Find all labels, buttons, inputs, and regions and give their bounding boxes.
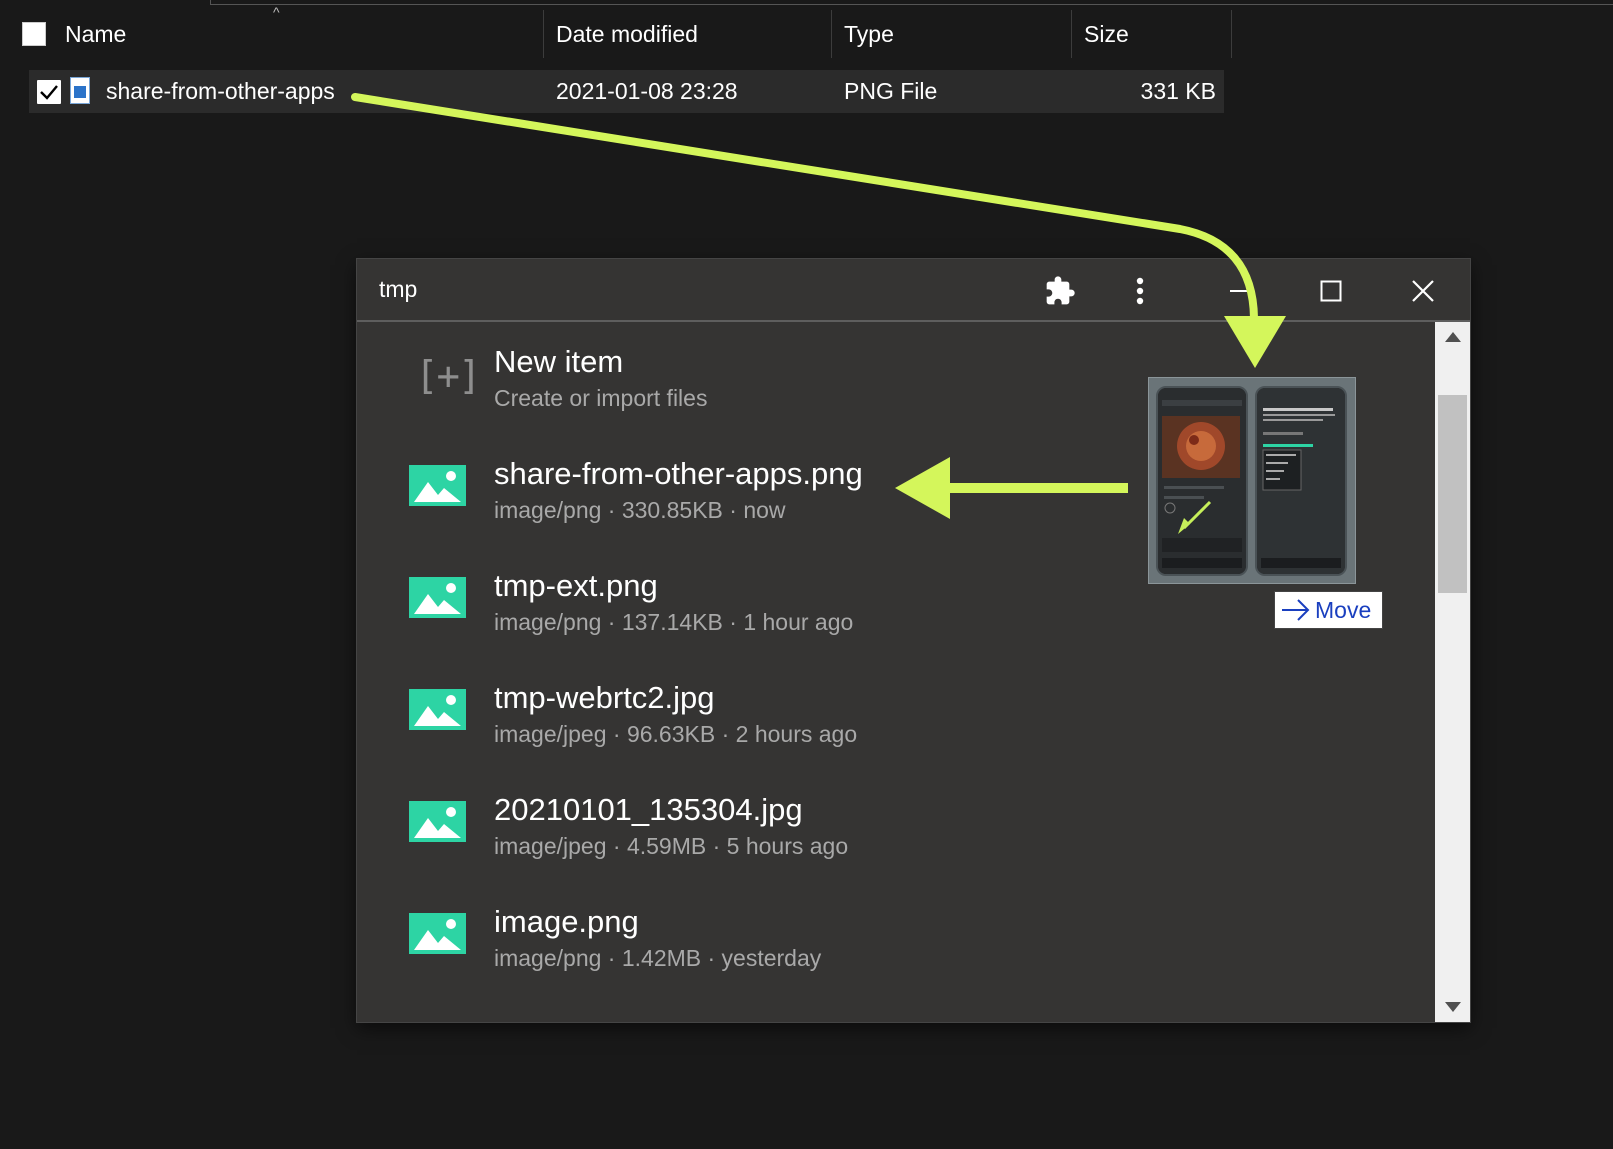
maximize-icon[interactable] bbox=[1311, 271, 1351, 311]
window-title: tmp bbox=[379, 276, 418, 302]
puzzle-icon[interactable] bbox=[1040, 271, 1080, 311]
list-item[interactable]: tmp-webrtc2.jpg image/jpeg · 96.63KB · 2… bbox=[357, 658, 1435, 770]
column-header-date-label: Date modified bbox=[556, 20, 698, 47]
scrollbar-thumb[interactable] bbox=[1438, 395, 1467, 593]
item-name: tmp-ext.png bbox=[494, 568, 658, 603]
image-icon bbox=[409, 913, 466, 954]
move-tooltip-label: Move bbox=[1315, 596, 1372, 623]
column-divider[interactable] bbox=[543, 10, 544, 58]
scroll-up-arrow-icon[interactable] bbox=[1435, 322, 1470, 352]
phone-screenshot-image bbox=[1156, 386, 1248, 576]
column-header-type-label: Type bbox=[844, 20, 894, 47]
item-meta: image/png · 1.42MB · yesterday bbox=[494, 945, 822, 971]
new-item-subtitle: Create or import files bbox=[494, 385, 708, 411]
item-name: 20210101_135304.jpg bbox=[494, 792, 803, 827]
column-header-date-modified[interactable]: Date modified bbox=[556, 10, 698, 58]
more-vert-icon[interactable] bbox=[1120, 271, 1160, 311]
vertical-scrollbar[interactable] bbox=[1435, 322, 1470, 1022]
column-header-type[interactable]: Type bbox=[844, 10, 894, 58]
item-meta: image/jpeg · 4.59MB · 5 hours ago bbox=[494, 833, 849, 859]
explorer-top-border bbox=[210, 0, 1613, 5]
file-type: PNG File bbox=[844, 78, 938, 104]
column-header-size[interactable]: Size bbox=[1084, 10, 1129, 58]
minimize-icon[interactable] bbox=[1220, 271, 1260, 311]
list-item[interactable]: 20210101_135304.jpg image/jpeg · 4.59MB … bbox=[357, 770, 1435, 882]
file-date-modified: 2021-01-08 23:28 bbox=[556, 78, 738, 104]
file-name: share-from-other-apps bbox=[106, 78, 335, 104]
image-icon bbox=[409, 801, 466, 842]
item-meta: image/png · 330.85KB · now bbox=[494, 497, 786, 523]
column-header-size-label: Size bbox=[1084, 20, 1129, 47]
tmp-window: tmp [+] New item Create or import files bbox=[357, 259, 1470, 1022]
explorer-file-row[interactable]: share-from-other-apps 2021-01-08 23:28 P… bbox=[29, 70, 1224, 113]
column-header-name-label: Name bbox=[65, 20, 127, 47]
column-divider[interactable] bbox=[1231, 10, 1232, 58]
close-icon[interactable] bbox=[1403, 271, 1443, 311]
scroll-down-arrow-icon[interactable] bbox=[1435, 992, 1470, 1022]
column-divider[interactable] bbox=[831, 10, 832, 58]
select-all-checkbox[interactable] bbox=[22, 22, 46, 46]
file-size: 331 KB bbox=[1140, 78, 1216, 104]
drag-preview-thumbnail bbox=[1148, 377, 1356, 584]
image-icon bbox=[409, 689, 466, 730]
checkmark-icon bbox=[40, 85, 58, 100]
image-icon bbox=[409, 577, 466, 618]
arrow-right-icon bbox=[1282, 599, 1310, 621]
item-name: image.png bbox=[494, 904, 639, 939]
phone-screenshot-image bbox=[1255, 386, 1347, 576]
image-icon bbox=[409, 465, 466, 506]
add-item-icon: [+] bbox=[415, 354, 481, 399]
column-divider[interactable] bbox=[1071, 10, 1072, 58]
list-item[interactable]: image.png image/png · 1.42MB · yesterday bbox=[357, 882, 1435, 994]
item-name: tmp-webrtc2.jpg bbox=[494, 680, 715, 715]
new-item-title: New item bbox=[494, 344, 624, 379]
window-titlebar[interactable]: tmp bbox=[357, 259, 1470, 322]
column-header-name[interactable]: Name bbox=[65, 10, 126, 58]
file-row-checkbox[interactable] bbox=[37, 80, 61, 104]
item-meta: image/jpeg · 96.63KB · 2 hours ago bbox=[494, 721, 858, 747]
item-meta: image/png · 137.14KB · 1 hour ago bbox=[494, 609, 854, 635]
item-name: share-from-other-apps.png bbox=[494, 456, 863, 491]
sort-ascending-icon: ^ bbox=[273, 4, 280, 20]
png-file-icon bbox=[70, 77, 90, 104]
move-tooltip: Move bbox=[1274, 591, 1383, 629]
